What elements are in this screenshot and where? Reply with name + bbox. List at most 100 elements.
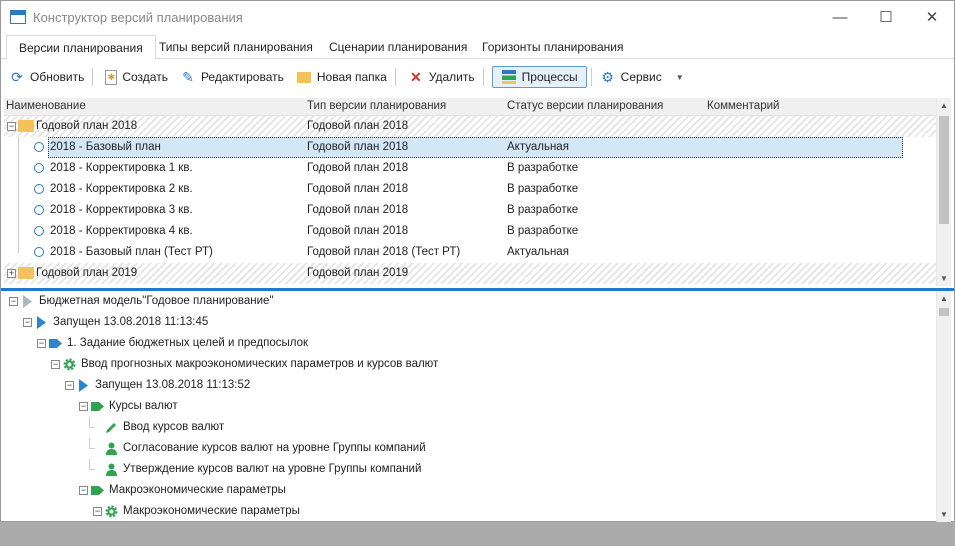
table-row[interactable]: 2018 - Корректировка 4 кв. Годовой план 2… — [4, 221, 936, 242]
collapse-toggle[interactable]: − — [7, 122, 16, 131]
refresh-label: Обновить — [30, 70, 85, 84]
close-button[interactable]: ✕ — [909, 1, 955, 33]
tab-scenarios[interactable]: Сценарии планирования — [317, 35, 479, 59]
tree-line — [18, 200, 19, 221]
scroll-down-arrow[interactable]: ▼ — [937, 271, 951, 286]
tab-versions[interactable]: Версии планирования — [6, 35, 156, 60]
scroll-thumb[interactable] — [939, 116, 949, 224]
scroll-up-arrow[interactable]: ▲ — [937, 98, 951, 113]
tree-node[interactable]: − Запущен 13.08.2018 11:13:45 — [4, 312, 936, 333]
minimize-button[interactable]: — — [817, 1, 863, 33]
tab-horizons[interactable]: Горизонты планирования — [470, 35, 635, 59]
row-type: Годовой план 2018 — [307, 120, 409, 132]
tag-icon — [91, 400, 104, 413]
divider — [394, 68, 396, 86]
scroll-up-arrow[interactable]: ▲ — [937, 291, 951, 306]
tree-node[interactable]: Согласование курсов валют на уровне Груп… — [4, 438, 936, 459]
tree-node-label: Бюджетная модель"Годовое планирование" — [39, 295, 274, 307]
folder-icon — [18, 267, 34, 279]
tree-line — [18, 242, 19, 253]
grid-scrollbar[interactable]: ▲ ▼ — [936, 98, 951, 286]
table-row[interactable]: 2018 - Корректировка 2 кв. Годовой план 2… — [4, 179, 936, 200]
collapse-toggle[interactable]: − — [79, 402, 88, 411]
tree-node-label: Ввод прогнозных макроэкономических парам… — [81, 358, 439, 370]
table-row[interactable]: 2018 - Корректировка 3 кв. Годовой план 2… — [4, 200, 936, 221]
tree-node[interactable]: Ввод курсов валют — [4, 417, 936, 438]
tab-version-types[interactable]: Типы версий планирования — [147, 35, 325, 59]
collapse-toggle[interactable]: − — [37, 339, 46, 348]
delete-button[interactable]: ✕ Удалить — [404, 66, 479, 88]
maximize-button[interactable]: ☐ — [863, 1, 909, 33]
divider — [92, 68, 94, 86]
version-circle-icon — [34, 142, 44, 152]
gear-icon — [63, 358, 76, 371]
tab-bar: Версии планирования Типы версий планиров… — [1, 35, 954, 60]
column-header-comment[interactable]: Комментарий — [707, 100, 779, 112]
create-button[interactable]: ✱ Создать — [101, 66, 172, 88]
tree-node[interactable]: − Ввод прогнозных макроэкономических пара… — [4, 354, 936, 375]
processes-label: Процессы — [521, 70, 578, 84]
row-name: 2018 - Корректировка 3 кв. — [50, 204, 193, 216]
table-row[interactable]: 2018 - Корректировка 1 кв. Годовой план 2… — [4, 158, 936, 179]
service-button[interactable]: ⚙ Сервис — [596, 66, 666, 88]
row-type: Годовой план 2019 — [307, 267, 409, 279]
row-name: Годовой план 2018 — [36, 120, 138, 132]
tree-node[interactable]: − Бюджетная модель"Годовое планирование" — [4, 291, 936, 312]
tree-node-label: Утверждение курсов валют на уровне Групп… — [123, 463, 422, 475]
folder-icon — [18, 120, 34, 132]
process-tree: − Бюджетная модель"Годовое планирование" −… — [4, 291, 936, 522]
tree-node-label: Макроэкономические параметры — [109, 484, 286, 496]
version-circle-icon — [34, 163, 44, 173]
folder-row[interactable]: + Годовой план 2019 Годовой план 2019 — [4, 263, 936, 284]
tree-node-label: Курсы валют — [109, 400, 178, 412]
processes-icon — [501, 69, 517, 85]
tree-line — [18, 137, 19, 158]
column-header-type[interactable]: Тип версии планирования — [307, 100, 446, 112]
collapse-toggle[interactable]: − — [79, 486, 88, 495]
collapse-toggle[interactable]: − — [23, 318, 32, 327]
collapse-toggle[interactable]: − — [65, 381, 74, 390]
row-type: Годовой план 2018 — [307, 183, 409, 195]
service-dropdown-arrow[interactable]: ▼ — [676, 73, 684, 82]
scroll-down-arrow[interactable]: ▼ — [937, 507, 951, 522]
collapse-toggle[interactable]: − — [51, 360, 60, 369]
tree-node[interactable]: − 1. Задание бюджетных целей и предпосыло… — [4, 333, 936, 354]
version-circle-icon — [34, 205, 44, 215]
tree-node[interactable]: − Макроэкономические параметры — [4, 501, 936, 522]
row-name: 2018 - Базовый план (Тест РТ) — [50, 246, 213, 258]
tree-node[interactable]: − Курсы валют — [4, 396, 936, 417]
row-name: 2018 - Корректировка 4 кв. — [50, 225, 193, 237]
tree-line — [89, 469, 95, 470]
row-type: Годовой план 2018 — [307, 225, 409, 237]
play-icon — [35, 316, 48, 329]
pencil-icon: ✎ — [182, 68, 194, 85]
collapse-toggle[interactable]: − — [93, 507, 102, 516]
scroll-thumb[interactable] — [939, 308, 949, 316]
play-icon — [77, 379, 90, 392]
tree-node[interactable]: − Макроэкономические параметры — [4, 480, 936, 501]
expand-toggle[interactable]: + — [7, 269, 16, 278]
selection-highlight — [48, 137, 903, 158]
collapse-toggle[interactable]: − — [9, 297, 18, 306]
tag-icon — [91, 484, 104, 497]
table-row[interactable]: 2018 - Базовый план (Тест РТ) Годовой пла… — [4, 242, 936, 263]
tree-node[interactable]: − Запущен 13.08.2018 11:13:52 — [4, 375, 936, 396]
folder-row[interactable]: − Годовой план 2018 Годовой план 2018 — [4, 116, 936, 137]
refresh-icon: ⟳ — [11, 68, 23, 85]
tree-node-label: Запущен 13.08.2018 11:13:45 — [53, 316, 209, 328]
app-icon — [10, 10, 26, 24]
tree-node[interactable]: Утверждение курсов валют на уровне Групп… — [4, 459, 936, 480]
processes-button[interactable]: Процессы — [491, 66, 587, 88]
new-folder-button[interactable]: Новая папка — [292, 66, 391, 88]
table-row[interactable]: 2018 - Базовый план Годовой план 2018 Акту… — [4, 137, 936, 158]
tree-line — [18, 179, 19, 200]
column-header-status[interactable]: Статус версии планирования — [507, 100, 663, 112]
tree-scrollbar[interactable]: ▲ ▼ — [936, 291, 951, 522]
tree-node-label: Ввод курсов валют — [123, 421, 225, 433]
row-type: Годовой план 2018 (Тест РТ) — [307, 246, 461, 258]
column-header-name[interactable]: Наименование — [6, 100, 86, 112]
row-name: 2018 - Корректировка 2 кв. — [50, 183, 193, 195]
edit-button[interactable]: ✎ Редактировать — [176, 66, 288, 88]
gear-icon — [105, 505, 118, 518]
refresh-button[interactable]: ⟳ Обновить — [5, 66, 88, 88]
